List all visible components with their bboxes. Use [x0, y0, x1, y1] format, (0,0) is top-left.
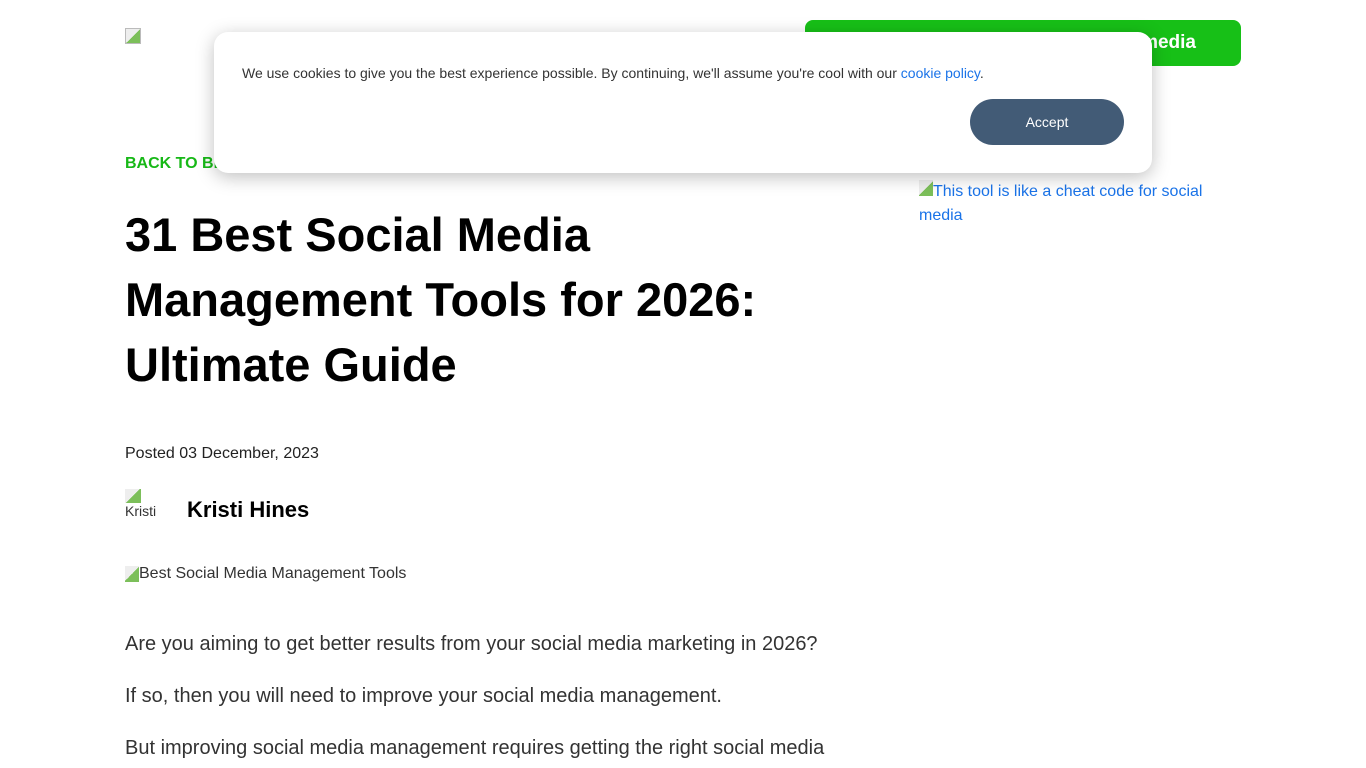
hero-alt: Best Social Media Management Tools: [139, 565, 406, 583]
paragraph: If so, then you will need to improve you…: [125, 685, 722, 708]
logo-image[interactable]: [125, 28, 141, 44]
posted-date: Posted 03 December, 2023: [125, 445, 319, 463]
author-name: Kristi Hines: [187, 497, 309, 523]
broken-image-icon: [125, 489, 141, 503]
broken-image-icon: [125, 566, 139, 582]
paragraph: Are you aiming to get better results fro…: [125, 633, 818, 656]
paragraph: But improving social media management re…: [125, 737, 824, 760]
cookie-message: We use cookies to give you the best expe…: [242, 65, 984, 81]
accept-button[interactable]: Accept: [970, 99, 1124, 145]
cookie-text-end: .: [980, 65, 984, 81]
avatar: Kristi: [125, 489, 156, 519]
sidebar-ad-alt: This tool is like a cheat code for socia…: [919, 183, 1202, 224]
cookie-banner: We use cookies to give you the best expe…: [214, 32, 1152, 173]
cookie-policy-link[interactable]: cookie policy: [901, 65, 980, 81]
broken-image-icon: [919, 180, 933, 196]
cookie-text: We use cookies to give you the best expe…: [242, 65, 901, 81]
page-title: 31 Best Social Media Management Tools fo…: [125, 202, 845, 397]
sidebar-ad-link[interactable]: This tool is like a cheat code for socia…: [919, 180, 1219, 228]
hero-image: Best Social Media Management Tools: [125, 565, 406, 583]
avatar-alt: Kristi: [125, 503, 156, 519]
